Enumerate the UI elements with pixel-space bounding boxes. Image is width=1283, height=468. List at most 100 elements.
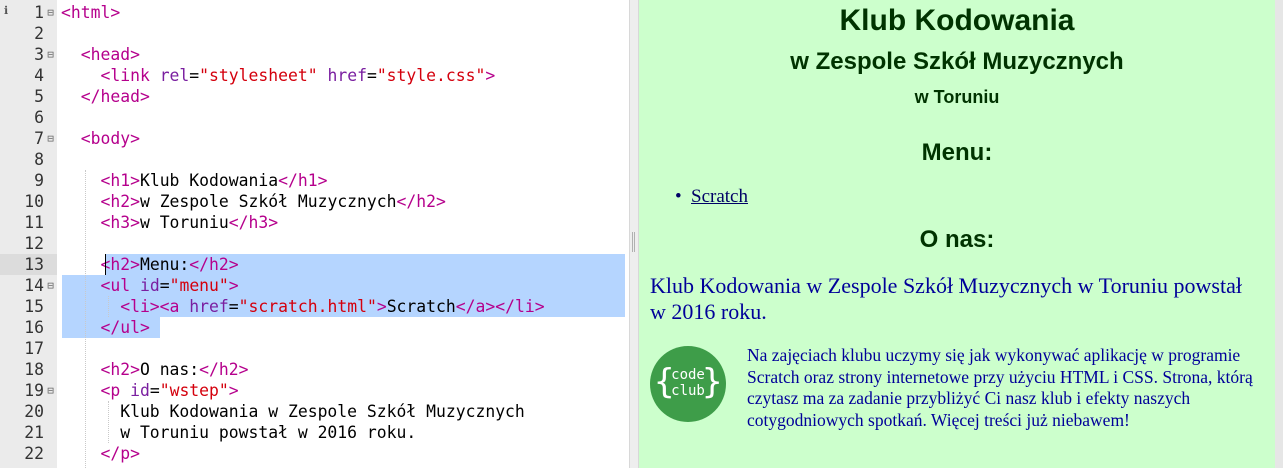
code-text: <ul id="menu">: [61, 275, 239, 296]
code-token: <p: [61, 381, 131, 400]
preview-city: w Toruniu: [914, 87, 1000, 107]
code-token: =: [159, 276, 170, 295]
code-text: <h2>O nas:</h2>: [61, 359, 249, 380]
line-number: 18: [24, 360, 44, 379]
line-number: 4: [34, 66, 44, 85]
code-token: <h2>: [61, 192, 140, 211]
code-token: href: [189, 297, 229, 316]
line-number: 13: [24, 255, 44, 274]
fold-toggle-icon[interactable]: ⊟: [44, 275, 57, 296]
code-text: </ul>: [61, 317, 150, 338]
code-token: =: [366, 66, 377, 85]
list-bullet-icon: •: [675, 186, 682, 207]
code-token: <body>: [61, 129, 140, 148]
fold-toggle-icon[interactable]: ⊟: [44, 2, 57, 23]
code-token: >: [228, 381, 239, 400]
code-token: >: [376, 297, 387, 316]
code-token: <head>: [61, 45, 140, 64]
code-text: </head>: [61, 86, 150, 107]
line-number: 16: [24, 318, 44, 337]
fold-toggle-icon[interactable]: ⊟: [44, 44, 57, 65]
code-token: <li><a: [61, 297, 190, 316]
code-text: <h3>w Toruniu</h3>: [61, 212, 278, 233]
preview-scrollbar[interactable]: [1275, 0, 1283, 468]
preview-paragraph: Na zajęciach klubu uczymy się jak wykony…: [747, 345, 1253, 430]
code-text: </p>: [61, 443, 140, 464]
code-token: "style.css": [376, 66, 486, 85]
code-text: <body>: [61, 128, 140, 149]
line-number: 22: [24, 444, 44, 463]
code-token: </ul>: [61, 318, 150, 337]
preview-intro: Klub Kodowania w Zespole Szkół Muzycznyc…: [650, 273, 1242, 324]
code-token: </a></li>: [455, 297, 545, 316]
code-text: <h2>w Zespole Szkół Muzycznych</h2>: [61, 191, 446, 212]
code-text: <h2>Menu:</h2>: [61, 254, 239, 275]
code-token: O nas:: [139, 360, 200, 379]
line-number: 7: [34, 129, 44, 148]
fold-toggle-icon[interactable]: ⊟: [44, 128, 57, 149]
code-text: Klub Kodowania w Zespole Szkół Muzycznyc…: [61, 401, 525, 422]
code-token: "scratch.html": [238, 297, 377, 316]
code-token: rel: [159, 66, 190, 85]
line-number: 11: [24, 213, 44, 232]
html-preview-pane: Klub Kodowania w Zespole Szkół Muzycznyc…: [639, 0, 1283, 468]
code-token: Menu:: [139, 255, 190, 274]
code-token: w Toruniu: [139, 213, 229, 232]
code-token: </h3>: [228, 213, 279, 232]
code-token: <link: [61, 66, 160, 85]
code-token: <h2>: [61, 360, 140, 379]
code-text: <head>: [61, 44, 140, 65]
preview-about-heading: O nas:: [919, 226, 995, 253]
code-text: w Toruniu powstał w 2016 roku.: [61, 422, 416, 443]
preview-title: Klub Kodowania: [839, 4, 1075, 37]
code-text: <html>: [61, 2, 120, 23]
code-token: "stylesheet": [199, 66, 318, 85]
code-token: </head>: [61, 87, 150, 106]
code-token: id: [130, 381, 150, 400]
code-token: <h2>: [61, 255, 140, 274]
menu-link-scratch[interactable]: Scratch: [691, 186, 748, 207]
code-token: id: [139, 276, 160, 295]
fold-toggle-icon[interactable]: ⊟: [44, 380, 57, 401]
text-caret: [105, 254, 106, 275]
code-token: =: [149, 381, 160, 400]
code-token: href: [317, 66, 367, 85]
line-number: 12: [24, 234, 44, 253]
code-token: Scratch: [386, 297, 456, 316]
code-token: </h2>: [189, 255, 239, 274]
code-token: >: [228, 276, 239, 295]
line-number: 15: [24, 297, 44, 316]
splitter-grip-icon[interactable]: [632, 232, 636, 252]
code-token: </h2>: [396, 192, 446, 211]
code-token: </h2>: [199, 360, 249, 379]
line-number: 21: [24, 423, 44, 442]
code-token: <h3>: [61, 213, 140, 232]
code-text: <li><a href="scratch.html">Scratch</a></…: [61, 296, 545, 317]
line-number: 6: [34, 108, 44, 127]
preview-menu-heading: Menu:: [921, 139, 993, 166]
code-token: Klub Kodowania: [139, 171, 279, 190]
line-number: 3: [34, 45, 44, 64]
code-text: <p id="wstep">: [61, 380, 239, 401]
line-number: 8: [34, 150, 44, 169]
line-number: 19: [24, 381, 44, 400]
code-token: <html>: [61, 3, 121, 22]
preview-menu-list: • Scratch: [675, 186, 748, 208]
preview-subtitle: w Zespole Szkół Muzycznych: [790, 48, 1124, 75]
code-editor[interactable]: ℹ 1 ⊟ <html> 2 3 ⊟ <head> 4 <link rel="stylesh…: [0, 0, 629, 468]
code-token: </p>: [61, 444, 140, 463]
line-number: 14: [24, 276, 44, 295]
line-number: 17: [24, 339, 44, 358]
line-number: 5: [34, 87, 44, 106]
line-number: 1: [34, 3, 44, 22]
code-club-logo: { code club }: [650, 346, 726, 422]
code-text: <link rel="stylesheet" href="style.css">: [61, 65, 495, 86]
code-token: </h1>: [278, 171, 328, 190]
line-number: 20: [24, 402, 44, 421]
code-token: =: [189, 66, 200, 85]
code-token: "menu": [169, 276, 229, 295]
line-number: 9: [34, 171, 44, 190]
code-token: Klub Kodowania w Zespole Szkół Muzycznyc…: [61, 402, 525, 421]
line-number: 2: [34, 24, 44, 43]
code-token: =: [228, 297, 239, 316]
